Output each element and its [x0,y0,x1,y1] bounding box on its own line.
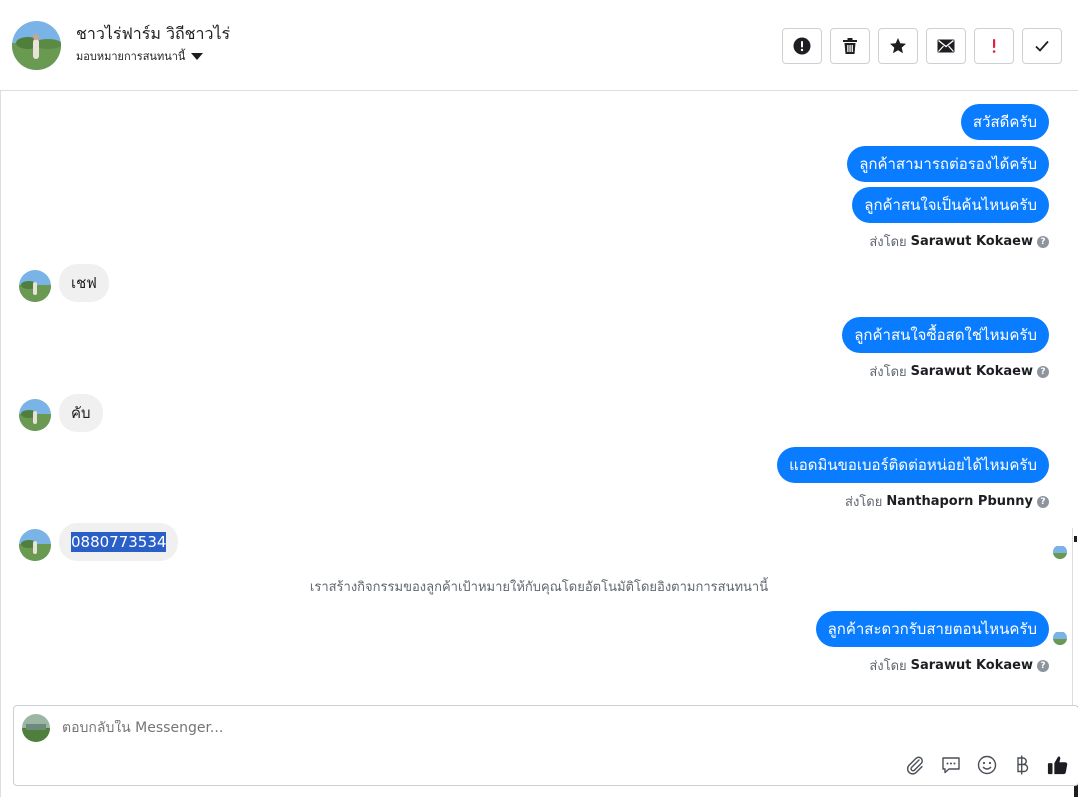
emoji-icon[interactable] [976,754,998,776]
help-icon[interactable]: ? [1037,659,1049,672]
baht-icon[interactable] [1011,754,1033,776]
outgoing-message[interactable]: ลูกค้าสะดวกรับสายตอนไหนครับ [815,611,1049,647]
outgoing-message[interactable]: ลูกค้าสามารถต่อรองได้ครับ [847,146,1049,182]
follow-up-button[interactable] [974,28,1014,64]
contact-avatar-small [19,399,51,431]
thumbs-up-icon[interactable] [1047,754,1069,776]
caret-down-icon [191,52,204,60]
envelope-icon [937,39,955,53]
star-button[interactable] [878,28,918,64]
trash-icon [843,38,857,54]
delete-button[interactable] [830,28,870,64]
mark-done-button[interactable] [1022,28,1062,64]
sent-by-label: ส่งโดย Sarawut Kokaew ? [869,655,1049,676]
paperclip-icon[interactable] [904,754,926,776]
message-bubble: แอดมินขอเบอร์ติดต่อหน่อยได้ไหมครับ [777,447,1049,483]
system-note: เราสร้างกิจกรรมของลูกค้าเป้าหมายให้กับคุ… [309,580,769,595]
sent-by-prefix: ส่งโดย [869,235,907,250]
assign-conversation-dropdown[interactable]: มอบหมายการสนทนานี้ [76,47,204,65]
message-bubble: สวัสดีครับ [960,104,1049,140]
reply-input[interactable] [62,720,962,736]
mark-spam-button[interactable] [782,28,822,64]
contact-avatar-small [19,529,51,561]
incoming-message[interactable]: คับ [59,394,103,432]
contact-avatar[interactable] [12,21,61,70]
sent-by-label: ส่งโดย Sarawut Kokaew ? [869,361,1049,382]
sent-by-prefix: ส่งโดย [869,365,907,380]
outgoing-message[interactable]: แอดมินขอเบอร์ติดต่อหน่อยได้ไหมครับ [777,447,1049,483]
sender-name: Sarawut Kokaew [910,364,1033,379]
incoming-message[interactable]: เชฟ [59,264,109,302]
sender-name: Sarawut Kokaew [910,234,1033,249]
message-bubble: ลูกค้าสนใจเป็นค้นไหนครับ [852,187,1049,223]
exclamation-circle-icon [793,37,811,55]
message-bubble: ลูกค้าสามารถต่อรองได้ครับ [847,146,1049,182]
help-icon[interactable]: ? [1037,235,1049,248]
message-bubble: ลูกค้าสนใจซื้อสดใช่ไหมครับ [842,317,1049,353]
star-icon [890,38,906,54]
conversation-header: ชาวไร่ฟาร์ม วิถีชาวไร่ มอบหมายการสนทนานี… [0,0,1078,91]
sent-by-label: ส่งโดย Sarawut Kokaew ? [869,231,1049,252]
help-icon[interactable]: ? [1037,495,1049,508]
contact-avatar-small [19,270,51,302]
sent-by-prefix: ส่งโดย [845,495,883,510]
help-icon[interactable]: ? [1037,365,1049,378]
sender-name: Nanthaporn Pbunny [886,494,1033,509]
seen-avatar [1053,631,1067,645]
sender-name: Sarawut Kokaew [910,658,1033,673]
check-icon [1035,40,1049,52]
selected-phone-number[interactable]: 0880773534 [71,532,167,552]
assign-label: มอบหมายการสนทนานี้ [76,50,186,63]
saved-reply-icon[interactable] [940,754,962,776]
outgoing-message[interactable]: สวัสดีครับ [960,104,1049,140]
page-avatar [22,714,50,742]
mark-unread-button[interactable] [926,28,966,64]
contact-name[interactable]: ชาวไร่ฟาร์ม วิถีชาวไร่ [76,22,230,47]
messenger-panel [0,0,1078,797]
outgoing-message[interactable]: ลูกค้าสนใจซื้อสดใช่ไหมครับ [842,317,1049,353]
reply-composer [13,705,1078,786]
sent-by-label: ส่งโดย Nanthaporn Pbunny ? [845,491,1049,512]
exclamation-red-icon [992,39,996,53]
message-bubble: ลูกค้าสะดวกรับสายตอนไหนครับ [815,611,1049,647]
incoming-message[interactable]: 0880773534 [59,523,179,561]
seen-avatar [1053,545,1067,559]
outgoing-message[interactable]: ลูกค้าสนใจเป็นค้นไหนครับ [852,187,1049,223]
sent-by-prefix: ส่งโดย [869,659,907,674]
